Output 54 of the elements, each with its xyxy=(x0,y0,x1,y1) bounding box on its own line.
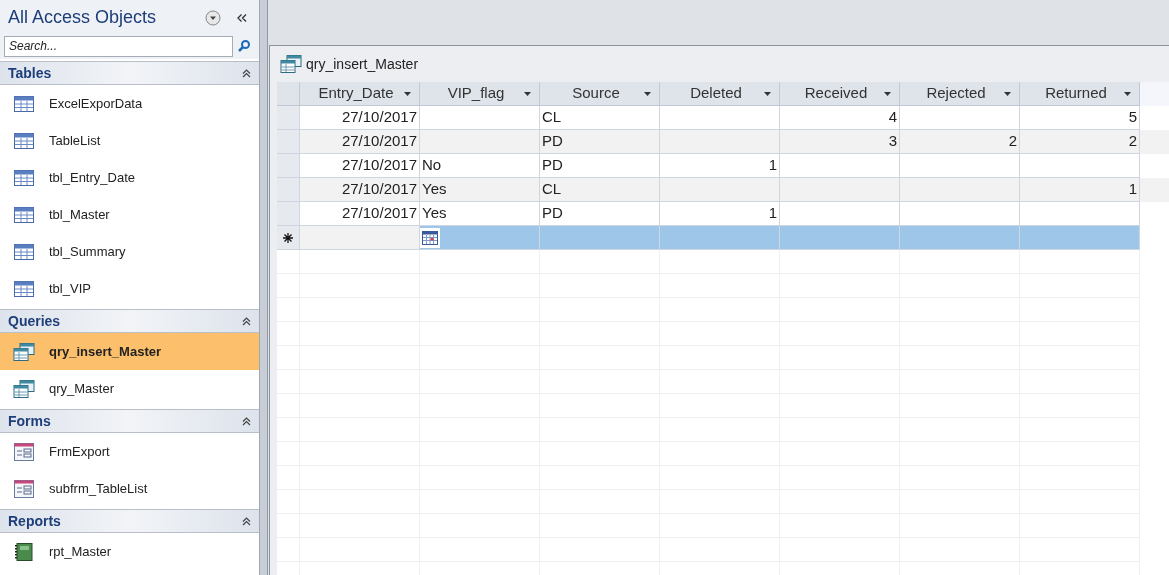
group-header[interactable]: Queries xyxy=(0,309,259,333)
nav-item[interactable]: tbl_Entry_Date xyxy=(0,159,259,196)
column-header[interactable]: Source xyxy=(540,82,660,106)
pane-title: All Access Objects xyxy=(8,6,158,29)
nav-item[interactable]: tbl_Master xyxy=(0,196,259,233)
row-selector[interactable] xyxy=(277,226,300,250)
nav-item[interactable]: rpt_Master xyxy=(0,533,259,570)
table-icon xyxy=(14,280,34,297)
column-header[interactable]: Received xyxy=(780,82,900,106)
table-icon xyxy=(14,206,34,223)
nav-item[interactable]: FrmExport xyxy=(0,433,259,470)
table-icon xyxy=(14,95,34,112)
query-icon xyxy=(13,342,35,361)
form-icon xyxy=(14,442,34,461)
nav-item[interactable]: qry_insert_Master xyxy=(0,333,259,370)
dropdown-arrow-icon[interactable] xyxy=(884,91,891,96)
new-record-icon xyxy=(283,232,293,243)
nav-item[interactable]: qry_Master xyxy=(0,370,259,407)
column-header[interactable]: Entry_Date xyxy=(300,82,420,106)
nav-item[interactable]: subfrm_TableList xyxy=(0,470,259,507)
collapse-chevron-icon xyxy=(242,516,251,526)
group-header[interactable]: Forms xyxy=(0,409,259,433)
column-header[interactable]: Returned xyxy=(1020,82,1140,106)
nav-item[interactable]: ExcelExporData xyxy=(0,85,259,122)
search-field[interactable]: Search... xyxy=(4,35,233,57)
group-header[interactable]: Tables xyxy=(0,61,259,85)
nav-item[interactable]: tbl_VIP xyxy=(0,270,259,307)
search-icon[interactable] xyxy=(237,39,251,53)
calendar-icon[interactable] xyxy=(420,227,440,248)
column-header[interactable]: Rejected xyxy=(900,82,1020,106)
dropdown-icon[interactable] xyxy=(205,9,221,26)
dropdown-arrow-icon[interactable] xyxy=(1124,91,1131,96)
group-header[interactable]: Reports xyxy=(0,509,259,533)
dropdown-arrow-icon[interactable] xyxy=(1004,91,1011,96)
dropdown-arrow-icon[interactable] xyxy=(644,91,651,96)
collapse-chevron-icon xyxy=(242,316,251,326)
column-header[interactable]: Deleted xyxy=(660,82,780,106)
query-icon xyxy=(13,379,35,398)
column-header[interactable]: VIP_flag xyxy=(420,82,540,106)
report-icon xyxy=(15,542,33,561)
collapse-chevron-icon xyxy=(242,416,251,426)
dropdown-arrow-icon[interactable] xyxy=(404,91,411,96)
collapse-pane-icon[interactable] xyxy=(237,13,247,22)
dropdown-arrow-icon[interactable] xyxy=(764,91,771,96)
query-icon xyxy=(280,55,302,73)
table-icon xyxy=(14,169,34,186)
document-title: qry_insert_Master xyxy=(306,54,419,74)
table-icon xyxy=(14,243,34,260)
form-icon xyxy=(14,479,34,498)
collapse-chevron-icon xyxy=(242,68,251,78)
dropdown-arrow-icon[interactable] xyxy=(524,91,531,96)
nav-item[interactable]: TableList xyxy=(0,122,259,159)
nav-item[interactable]: tbl_Summary xyxy=(0,233,259,270)
table-icon xyxy=(14,132,34,149)
